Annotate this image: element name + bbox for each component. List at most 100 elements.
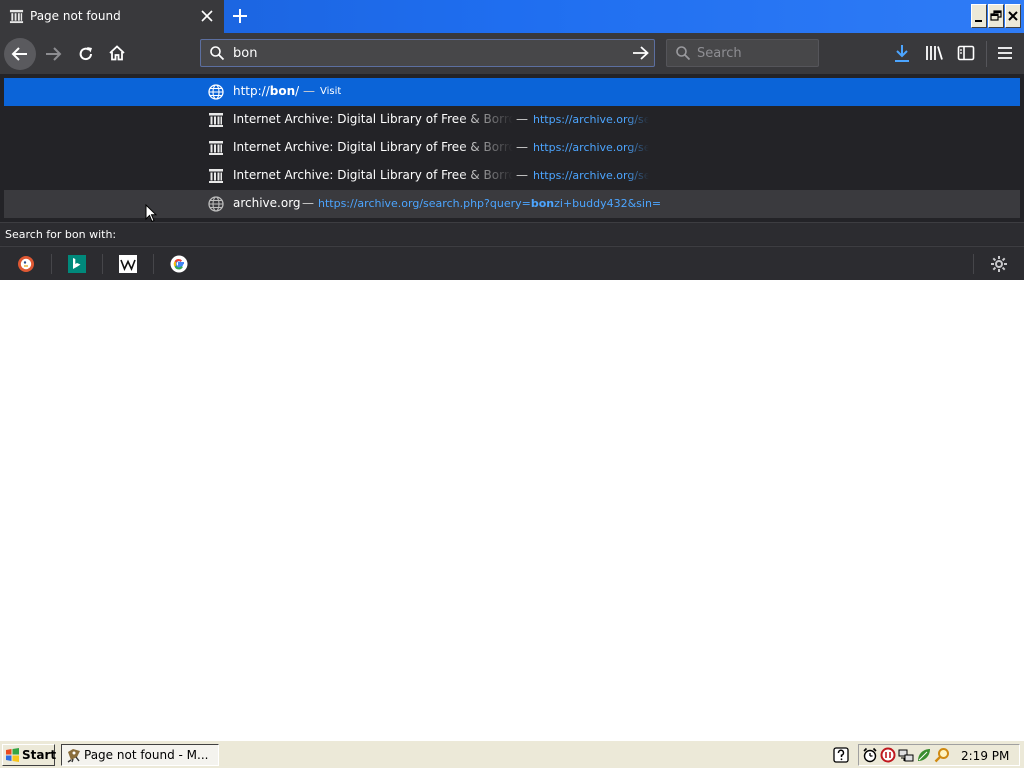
- engine-divider: [102, 254, 103, 274]
- minimize-icon: [975, 20, 982, 22]
- wikipedia-engine-button[interactable]: [119, 255, 137, 273]
- go-arrow-icon: [633, 46, 649, 60]
- search-bar[interactable]: [666, 39, 819, 67]
- globe-icon: [208, 84, 224, 100]
- alarm-clock-icon[interactable]: [862, 747, 878, 766]
- start-button[interactable]: Start: [2, 744, 57, 766]
- title-suffix: /: [295, 84, 300, 98]
- page-content-area[interactable]: [0, 280, 1024, 740]
- network-icon[interactable]: [898, 747, 914, 766]
- suggestion-separator: —: [516, 140, 528, 154]
- back-arrow-icon: [11, 47, 27, 61]
- bing-engine-button[interactable]: [68, 255, 86, 273]
- new-tab-button[interactable]: [230, 6, 250, 26]
- archive-building-icon: [208, 168, 224, 184]
- engine-divider: [973, 254, 974, 274]
- home-icon: [109, 45, 125, 61]
- url-suffix: zi+buddy432&sin=: [554, 197, 662, 210]
- close-tab-icon[interactable]: [199, 8, 215, 27]
- close-icon: [1008, 11, 1018, 21]
- taskbar-window-label: Page not found - M...: [84, 748, 209, 762]
- suggestion-url: https://archive.org/sea: [533, 141, 649, 154]
- clock[interactable]: 2:19 PM: [961, 749, 1009, 763]
- home-button[interactable]: [108, 44, 126, 65]
- downloads-button[interactable]: [893, 44, 911, 67]
- suggestion-title: Internet Archive: Digital Library of Fre…: [233, 140, 513, 154]
- restore-icon: [990, 10, 1002, 21]
- suggestion-title: Internet Archive: Digital Library of Fre…: [233, 112, 513, 126]
- archive-building-icon: [208, 140, 224, 156]
- suggestion-row[interactable]: Internet Archive: Digital Library of Fre…: [4, 134, 1020, 162]
- help-icon[interactable]: [833, 747, 849, 766]
- suggestion-url: https://archive.org/sea: [533, 169, 649, 182]
- tab-title: Page not found: [30, 9, 121, 23]
- suggestion-row[interactable]: Internet Archive: Digital Library of Fre…: [4, 106, 1020, 134]
- gear-icon: [991, 256, 1007, 272]
- engine-divider: [153, 254, 154, 274]
- suggestion-url: https://archive.org/sea: [533, 113, 649, 126]
- restore-button[interactable]: [988, 4, 1004, 28]
- reload-button[interactable]: [77, 45, 95, 66]
- duckduckgo-icon: [18, 256, 34, 272]
- suggestion-title: http://bon/: [233, 84, 299, 98]
- url-bold: bon: [530, 197, 555, 210]
- suggestion-separator: —: [303, 84, 315, 98]
- search-icon: [209, 45, 225, 64]
- suggestion-title: Internet Archive: Digital Library of Fre…: [233, 168, 513, 182]
- search-input[interactable]: [697, 40, 812, 66]
- library-icon: [926, 46, 943, 60]
- tab-strip: Page not found: [0, 0, 1024, 33]
- suggestion-title: archive.org: [233, 196, 301, 210]
- url-input[interactable]: [233, 40, 623, 66]
- back-button[interactable]: [4, 38, 36, 70]
- suggestion-action: Visit: [320, 86, 342, 97]
- archive-building-icon: [9, 9, 24, 27]
- search-icon: [675, 45, 691, 64]
- suggestion-row[interactable]: Internet Archive: Digital Library of Fre…: [4, 162, 1020, 190]
- reload-icon: [79, 47, 92, 61]
- one-off-search-engines: [0, 246, 1024, 280]
- taskbar: Start Page not found - M... 2:19 PM: [0, 740, 1024, 768]
- search-with-label: Search for bon with:: [5, 228, 117, 241]
- library-button[interactable]: [925, 44, 945, 65]
- plus-icon: [233, 9, 247, 23]
- hamburger-menu-icon: [998, 47, 1012, 59]
- search-settings-button[interactable]: [990, 255, 1008, 273]
- suggestion-separator: —: [516, 168, 528, 182]
- bing-icon: [68, 255, 86, 273]
- suggestion-url: https://archive.org/search.php?query=bon…: [318, 197, 661, 210]
- forward-button[interactable]: [44, 45, 62, 66]
- leaf-app-icon[interactable]: [916, 747, 932, 766]
- sidebar-button[interactable]: [957, 44, 975, 65]
- url-prefix: https://archive.org/search.php?query=: [318, 197, 531, 210]
- url-suggestions-dropdown: http://bon/ — Visit Internet Archive: Di…: [0, 74, 1024, 223]
- duckduckgo-engine-button[interactable]: [17, 255, 35, 273]
- browser-app-icon: [66, 748, 82, 766]
- engine-divider: [51, 254, 52, 274]
- minimize-button[interactable]: [971, 4, 987, 28]
- system-tray: 2:19 PM: [858, 744, 1020, 766]
- toolbar-divider: [986, 41, 987, 67]
- download-icon: [895, 45, 909, 62]
- suggestion-separator: —: [302, 196, 314, 210]
- navigation-toolbar: [0, 33, 1024, 74]
- url-bar[interactable]: [200, 39, 655, 67]
- tab-page-not-found[interactable]: Page not found: [0, 0, 224, 33]
- suggestion-visit-row[interactable]: http://bon/ — Visit: [4, 78, 1020, 106]
- shield-icon[interactable]: [880, 747, 896, 766]
- search-with-header: Search for bon with:: [0, 222, 1024, 246]
- archive-building-icon: [208, 112, 224, 128]
- windows-flag-icon: [5, 748, 20, 765]
- title-bold: bon: [269, 84, 296, 98]
- close-window-button[interactable]: [1005, 4, 1021, 28]
- start-label: Start: [22, 748, 57, 762]
- globe-icon: [208, 196, 224, 212]
- forward-arrow-icon: [46, 47, 62, 61]
- go-button[interactable]: [632, 45, 650, 64]
- taskbar-window-button[interactable]: Page not found - M...: [61, 744, 219, 766]
- suggestion-separator: —: [516, 112, 528, 126]
- search-magnifier-icon[interactable]: [934, 747, 950, 766]
- menu-button[interactable]: [996, 45, 1014, 64]
- wikipedia-icon: [119, 255, 137, 273]
- google-engine-button[interactable]: [170, 255, 188, 273]
